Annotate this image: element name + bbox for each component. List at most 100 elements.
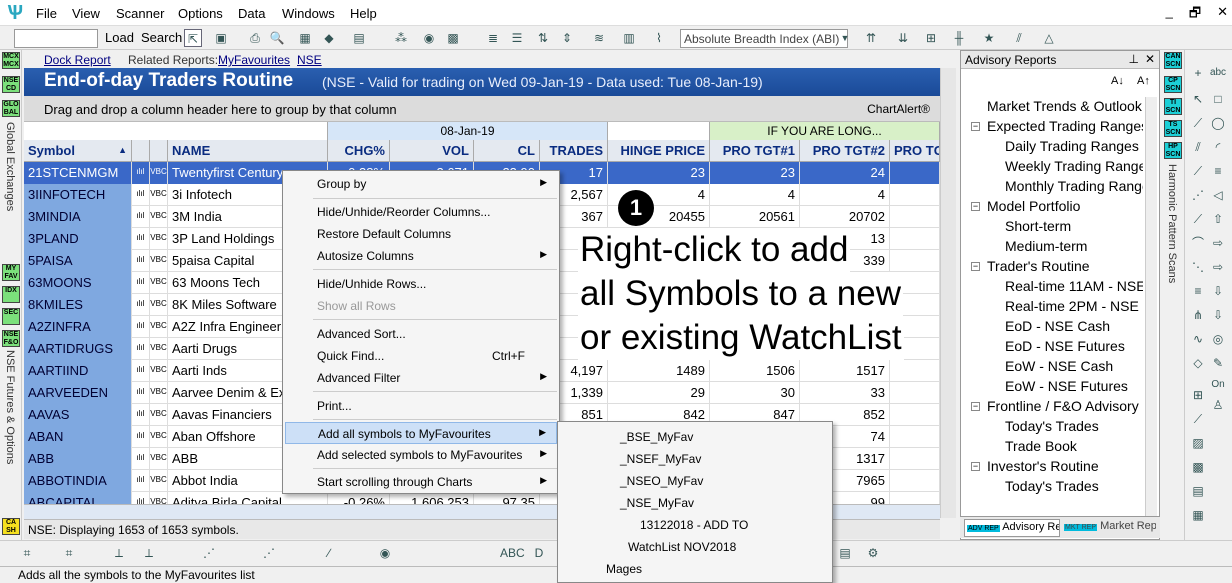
group-by-bar[interactable]: Drag and drop a column header here to gr… <box>24 96 940 122</box>
my-fav-badge[interactable]: MY FAV <box>2 264 20 281</box>
harmonic-pattern-scan-badge[interactable]: HP SCN <box>1164 142 1182 159</box>
header-pro-tgt2[interactable]: PRO TGT#2 <box>800 140 890 162</box>
grid-icon[interactable]: ▩ <box>444 29 462 47</box>
trendline-icon[interactable]: ⟋ <box>1189 114 1207 132</box>
chart-icon[interactable]: ▦ <box>296 29 314 47</box>
tree-item[interactable]: Trade Book <box>1005 438 1077 454</box>
channel-icon[interactable]: ⫽ <box>1189 138 1207 156</box>
gradient-icon[interactable]: ▨ <box>1189 434 1207 452</box>
mini-chart-icon[interactable]: ılıl <box>132 316 150 338</box>
header-symbol[interactable]: Symbol ▲ <box>24 140 132 162</box>
tab-advisory-reports[interactable]: ADV REP Advisory Re... <box>964 519 1060 537</box>
cell-symbol[interactable]: ABAN <box>24 426 132 448</box>
globe-icon[interactable]: ◉ <box>420 29 438 47</box>
auto-fibo-icon[interactable]: ⇈ <box>862 29 880 47</box>
user-icon[interactable]: ♙ <box>1209 396 1227 414</box>
header-pro-tgt1[interactable]: PRO TGT#1 <box>710 140 800 162</box>
mini-chart-icon[interactable]: ılıl <box>132 382 150 404</box>
candlestick-scan-badge[interactable]: CAN SCN <box>1164 52 1182 69</box>
load-button[interactable]: Load <box>105 30 134 45</box>
submenu-nsef-myfav[interactable]: _NSEF_MyFav <box>620 452 701 466</box>
menu-autosize-columns[interactable]: Autosize Columns ▶ <box>285 245 557 267</box>
mini-chart-icon[interactable]: ılıl <box>132 470 150 492</box>
indicator-select[interactable]: Absolute Breadth Index (ABI) <box>680 29 848 48</box>
scatter-icon[interactable]: ⁂ <box>392 29 410 47</box>
menu-start-scrolling[interactable]: Start scrolling through Charts ▶ <box>285 471 557 493</box>
cell-symbol[interactable]: 8KMILES <box>24 294 132 316</box>
tree-collapse-icon[interactable]: − <box>971 122 980 131</box>
header-vol[interactable]: VOL <box>390 140 474 162</box>
vbc-icon[interactable]: VBC <box>150 448 168 470</box>
brush-icon[interactable]: ✎ <box>1209 354 1227 372</box>
vbc-icon[interactable]: VBC <box>150 294 168 316</box>
tree-item[interactable]: Real-time 2PM - NSE <box>1005 298 1139 314</box>
cell-symbol[interactable]: AARVEEDEN <box>24 382 132 404</box>
vbc-icon[interactable]: VBC <box>150 426 168 448</box>
menu-quick-find[interactable]: Quick Find... Ctrl+F <box>285 345 557 367</box>
mini-chart-icon[interactable]: ılıl <box>132 360 150 382</box>
cell-symbol[interactable]: ABCAPITAL <box>24 492 132 504</box>
nse-futures-options-tab[interactable]: NSE Futures & Options <box>4 350 16 464</box>
tree-collapse-icon[interactable]: − <box>971 202 980 211</box>
tree-item[interactable]: Short-term <box>1005 218 1071 234</box>
tool-4-icon[interactable]: ⟂ <box>140 544 158 562</box>
tree-scrollbar[interactable] <box>1145 97 1157 517</box>
arrow-right-icon[interactable]: ⇨ <box>1209 234 1227 252</box>
tree-item[interactable]: EoD - NSE Futures <box>1005 338 1125 354</box>
menu-print[interactable]: Print... <box>285 395 557 417</box>
tree-item[interactable]: Today's Trades <box>1005 418 1099 434</box>
candles-icon[interactable]: ╫ <box>950 29 968 47</box>
cell-symbol[interactable]: AARTIDRUGS <box>24 338 132 360</box>
mcx-badge[interactable]: MCX MCX <box>2 52 20 69</box>
cycle-icon[interactable]: ⌒ <box>1189 234 1207 252</box>
vbc-icon[interactable]: VBC <box>150 338 168 360</box>
parallel-icon[interactable]: ≡ <box>1189 282 1207 300</box>
close-icon[interactable]: ✕ <box>1217 4 1228 26</box>
submenu-mages[interactable]: Mages <box>606 562 642 576</box>
tree-collapse-icon[interactable]: − <box>971 402 980 411</box>
submenu-watchlist-nov2018[interactable]: WatchList NOV2018 <box>628 540 736 554</box>
tree-group[interactable]: Expected Trading Ranges <box>987 118 1143 134</box>
tree-item[interactable]: EoW - NSE Cash <box>1005 358 1113 374</box>
tree-item[interactable]: Weekly Trading Ranges <box>1005 158 1143 174</box>
pin-icon[interactable]: ⊥ <box>1129 52 1139 66</box>
mini-chart-icon[interactable]: ılıl <box>132 184 150 206</box>
record-icon[interactable]: ◉ <box>376 544 394 562</box>
vbc-icon[interactable]: VBC <box>150 404 168 426</box>
on-toggle[interactable]: On <box>1209 376 1227 394</box>
menu-add-selected-symbols[interactable]: Add selected symbols to MyFavourites ▶ <box>285 444 557 466</box>
trading-system-scan-badge[interactable]: TS SCN <box>1164 120 1182 137</box>
vbc-icon[interactable]: VBC <box>150 206 168 228</box>
header-trades[interactable]: TRADES <box>540 140 608 162</box>
fork-icon[interactable]: ⫽ <box>1010 29 1028 47</box>
menu-scanner[interactable]: Scanner <box>116 6 164 21</box>
tree-item[interactable]: Daily Trading Ranges <box>1005 138 1139 154</box>
vbc-icon[interactable]: VBC <box>150 228 168 250</box>
fib-icon[interactable]: ⟋ <box>1189 210 1207 228</box>
cell-symbol[interactable]: ABBOTINDIA <box>24 470 132 492</box>
arrow-right-2-icon[interactable]: ⇨ <box>1209 258 1227 276</box>
vbc-icon[interactable]: VBC <box>150 316 168 338</box>
arc-icon[interactable]: ◜ <box>1209 138 1227 156</box>
mini-chart-icon[interactable]: ılıl <box>132 338 150 360</box>
sort-az-icon[interactable]: A↓ <box>1111 75 1124 87</box>
andrews-icon[interactable]: ⋔ <box>1189 306 1207 324</box>
list-icon[interactable]: ☰ <box>508 29 526 47</box>
vbc-icon[interactable]: VBC <box>150 360 168 382</box>
search-button[interactable]: Search <box>141 30 182 45</box>
idx-badge[interactable]: IDX <box>2 286 20 303</box>
sec-badge[interactable]: SEC <box>2 308 20 325</box>
cell-symbol[interactable]: 5PAISA <box>24 250 132 272</box>
tab-market-reports[interactable]: MKT REP Market Rep... <box>1062 519 1156 537</box>
menu-hide-rows[interactable]: Hide/Unhide Rows... <box>285 273 557 295</box>
vbc-icon[interactable]: VBC <box>150 272 168 294</box>
cell-symbol[interactable]: A2ZINFRA <box>24 316 132 338</box>
gann-icon[interactable]: ⋱ <box>1189 258 1207 276</box>
tree-group[interactable]: Frontline / F&O Advisory <box>987 398 1139 414</box>
tree-group[interactable]: Model Portfolio <box>987 198 1080 214</box>
menu-options[interactable]: Options <box>178 6 223 21</box>
dock-report-link[interactable]: Dock Report <box>44 53 111 67</box>
tree-collapse-icon[interactable]: − <box>971 262 980 271</box>
menu-view[interactable]: View <box>72 6 100 21</box>
text-tool-icon[interactable]: ABC <box>500 544 525 562</box>
